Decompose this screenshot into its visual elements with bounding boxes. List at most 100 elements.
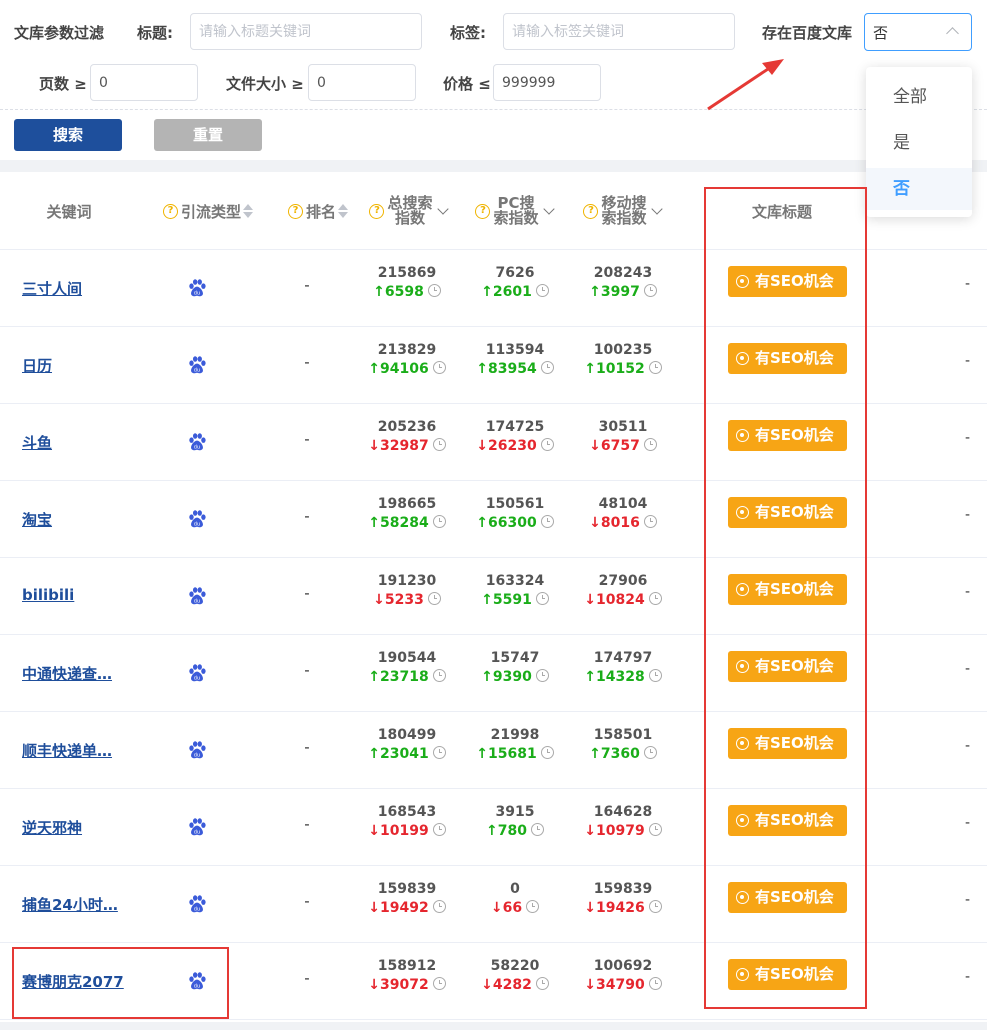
clock-icon[interactable] xyxy=(540,438,554,451)
pc-index-change: ↓66 xyxy=(460,898,570,918)
baidu-wenku-select[interactable]: 否 xyxy=(864,13,972,51)
keyword-link[interactable]: 斗鱼 xyxy=(22,432,52,453)
pc-index-value: 7626 xyxy=(495,265,535,281)
keyword-link[interactable]: 三寸人间 xyxy=(22,278,82,299)
clock-icon[interactable] xyxy=(648,900,662,913)
pc-index-cell: 113594 ↑83954 xyxy=(460,341,570,379)
clock-icon[interactable] xyxy=(432,515,446,528)
total-index-cell: 191230 ↓5233 xyxy=(352,572,462,610)
pages-input[interactable] xyxy=(90,64,198,101)
question-circle-icon[interactable]: ? xyxy=(583,203,599,219)
total-index-change: ↑23041 xyxy=(352,744,462,764)
clock-icon[interactable] xyxy=(648,361,662,374)
rank-value: - xyxy=(304,661,310,679)
chevron-down-icon[interactable] xyxy=(650,202,663,215)
mobile-change-value: 19426 xyxy=(596,900,645,916)
clock-icon[interactable] xyxy=(648,823,662,836)
mobile-change-value: 34790 xyxy=(596,977,645,993)
question-circle-icon[interactable]: ? xyxy=(287,203,303,219)
clock-icon[interactable] xyxy=(643,438,657,451)
question-circle-icon[interactable]: ? xyxy=(162,203,178,219)
clock-icon[interactable] xyxy=(535,669,549,682)
keyword-link[interactable]: 淘宝 xyxy=(22,509,52,530)
clock-icon[interactable] xyxy=(643,284,657,297)
dropdown-option-yes[interactable]: 是 xyxy=(866,122,972,164)
total-index-value: 168543 xyxy=(377,804,437,820)
last-column-value: - xyxy=(965,815,971,831)
svg-text:du: du xyxy=(194,829,200,835)
trend-up-icon: ↑ xyxy=(584,669,596,685)
chevron-down-icon[interactable] xyxy=(542,202,555,215)
clock-icon[interactable] xyxy=(648,592,662,605)
clock-icon[interactable] xyxy=(535,977,549,990)
clock-icon[interactable] xyxy=(526,900,540,913)
keyword-link[interactable]: 日历 xyxy=(22,355,52,376)
clock-icon[interactable] xyxy=(432,823,446,836)
col-mobile-label-2: 索指数 xyxy=(601,209,647,227)
clock-icon[interactable] xyxy=(648,977,662,990)
pc-index-change: ↑2601 xyxy=(460,282,570,302)
keyword-link[interactable]: 中通快递查… xyxy=(22,663,112,684)
clock-icon[interactable] xyxy=(540,361,554,374)
reset-button[interactable]: 重置 xyxy=(154,119,262,151)
clock-icon[interactable] xyxy=(432,900,446,913)
sort-icon[interactable] xyxy=(338,204,348,218)
keyword-link[interactable]: 顺丰快递单… xyxy=(22,740,112,761)
title-input[interactable] xyxy=(190,13,422,50)
clock-icon[interactable] xyxy=(432,746,446,759)
chevron-down-icon[interactable] xyxy=(436,202,449,215)
keyword-link[interactable]: 捕鱼24小时… xyxy=(22,894,118,915)
col-rank-header[interactable]: ? 排名 xyxy=(278,172,358,250)
sort-icon[interactable] xyxy=(243,204,253,218)
total-index-change: ↓5233 xyxy=(352,590,462,610)
clock-icon[interactable] xyxy=(648,669,662,682)
col-total-index-header[interactable]: ? 总搜索 指数 xyxy=(358,172,458,250)
clock-icon[interactable] xyxy=(643,515,657,528)
question-circle-icon[interactable]: ? xyxy=(369,203,385,219)
total-index-change: ↑58284 xyxy=(352,513,462,533)
clock-icon[interactable] xyxy=(540,515,554,528)
total-index-change: ↓32987 xyxy=(352,436,462,456)
annotation-box-keyword xyxy=(12,947,229,1019)
clock-icon[interactable] xyxy=(643,746,657,759)
clock-icon[interactable] xyxy=(535,284,549,297)
clock-icon[interactable] xyxy=(530,823,544,836)
trend-down-icon: ↓ xyxy=(368,823,380,839)
chevron-up-icon xyxy=(946,27,959,40)
mobile-index-change: ↑7360 xyxy=(568,744,678,764)
pc-index-change: ↓26230 xyxy=(460,436,570,456)
question-circle-icon[interactable]: ? xyxy=(475,203,491,219)
col-traffic-type-header[interactable]: ? 引流类型 xyxy=(148,172,268,250)
pc-change-value: 4282 xyxy=(492,977,532,993)
rank-value: - xyxy=(304,738,310,756)
pc-index-cell: 7626 ↑2601 xyxy=(460,264,570,302)
col-mobile-index-header[interactable]: ? 移动搜 索指数 xyxy=(572,172,672,250)
search-button[interactable]: 搜索 xyxy=(14,119,122,151)
keyword-link[interactable]: 逆天邪神 xyxy=(22,817,82,838)
col-pc-index-header[interactable]: ? PC搜 索指数 xyxy=(464,172,564,250)
clock-icon[interactable] xyxy=(535,592,549,605)
annotation-arrow xyxy=(707,59,784,111)
dropdown-option-no[interactable]: 否 xyxy=(866,168,972,210)
clock-icon[interactable] xyxy=(432,977,446,990)
clock-icon[interactable] xyxy=(432,669,446,682)
clock-icon[interactable] xyxy=(427,284,441,297)
clock-icon[interactable] xyxy=(540,746,554,759)
baidu-paw-icon: du xyxy=(186,585,208,607)
keyword-link[interactable]: bilibili xyxy=(22,586,74,604)
pc-index-change: ↑83954 xyxy=(460,359,570,379)
tag-input[interactable] xyxy=(503,13,735,50)
clock-icon[interactable] xyxy=(432,361,446,374)
pc-index-change: ↑5591 xyxy=(460,590,570,610)
total-change-value: 39072 xyxy=(380,977,429,993)
trend-down-icon: ↓ xyxy=(589,515,601,531)
mobile-index-cell: 27906 ↓10824 xyxy=(568,572,678,610)
dropdown-option-all[interactable]: 全部 xyxy=(866,76,972,118)
file-size-input[interactable] xyxy=(308,64,416,101)
clock-icon[interactable] xyxy=(432,438,446,451)
baidu-paw-icon: du xyxy=(186,739,208,761)
trend-down-icon: ↓ xyxy=(368,438,380,454)
price-input[interactable] xyxy=(493,64,601,101)
price-label: 价格 ≤ xyxy=(443,75,491,93)
clock-icon[interactable] xyxy=(427,592,441,605)
